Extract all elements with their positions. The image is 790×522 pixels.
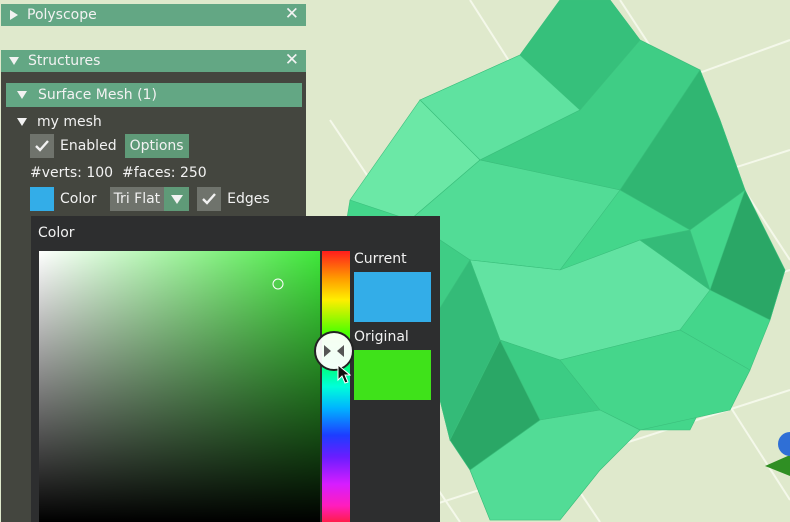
mesh-name: my mesh <box>37 114 102 130</box>
structures-titlebar[interactable]: Structures ✕ <box>1 50 306 72</box>
shading-mode-dropdown[interactable]: Tri Flat <box>109 187 190 211</box>
checkmark-icon <box>202 193 217 205</box>
polyscope-title: Polyscope <box>27 7 97 23</box>
mesh-tree-node[interactable]: my mesh <box>17 113 102 131</box>
checkmark-icon <box>35 140 49 152</box>
polyscope-titlebar[interactable]: Polyscope ✕ <box>1 4 306 26</box>
triangle-right-icon[interactable] <box>10 10 18 20</box>
chevron-down-icon <box>164 187 190 211</box>
edges-checkbox[interactable] <box>197 187 222 211</box>
triangle-down-icon <box>17 91 27 99</box>
polyscope-window: Polyscope ✕ <box>1 4 306 26</box>
current-label: Current <box>354 251 407 267</box>
mesh-color-swatch[interactable] <box>30 187 54 211</box>
color-label: Color <box>60 191 97 207</box>
hue-slider[interactable] <box>314 251 354 522</box>
color-row: Color Tri Flat Edges <box>30 187 270 211</box>
enabled-label: Enabled <box>60 138 117 154</box>
saturation-value-square[interactable] <box>39 251 320 522</box>
enabled-row: Enabled Options <box>30 134 189 158</box>
triangle-down-icon <box>17 118 27 126</box>
options-button[interactable]: Options <box>124 134 189 158</box>
original-label: Original <box>354 329 409 345</box>
close-icon[interactable]: ✕ <box>285 52 299 69</box>
group-header-label: Surface Mesh (1) <box>38 87 157 103</box>
original-color-swatch[interactable] <box>354 350 431 400</box>
structures-title: Structures <box>28 53 101 69</box>
surface-mesh-group-header[interactable]: Surface Mesh (1) <box>6 83 302 107</box>
triangle-down-icon[interactable] <box>9 57 19 65</box>
close-icon[interactable]: ✕ <box>285 6 299 23</box>
current-color-swatch[interactable] <box>354 272 431 322</box>
color-picker-popup: Color Current Original <box>31 216 440 522</box>
mouse-cursor-icon <box>337 364 351 384</box>
color-picker-title: Color <box>38 225 75 241</box>
enabled-checkbox[interactable] <box>30 134 54 158</box>
mesh-stats: #verts: 100 #faces: 250 <box>30 164 207 182</box>
shading-mode-value: Tri Flat <box>109 187 165 211</box>
stats-text: #verts: 100 #faces: 250 <box>30 165 207 181</box>
slider-arrows-icon <box>324 345 344 358</box>
picker-cursor[interactable] <box>272 278 284 290</box>
edges-label: Edges <box>227 191 270 207</box>
